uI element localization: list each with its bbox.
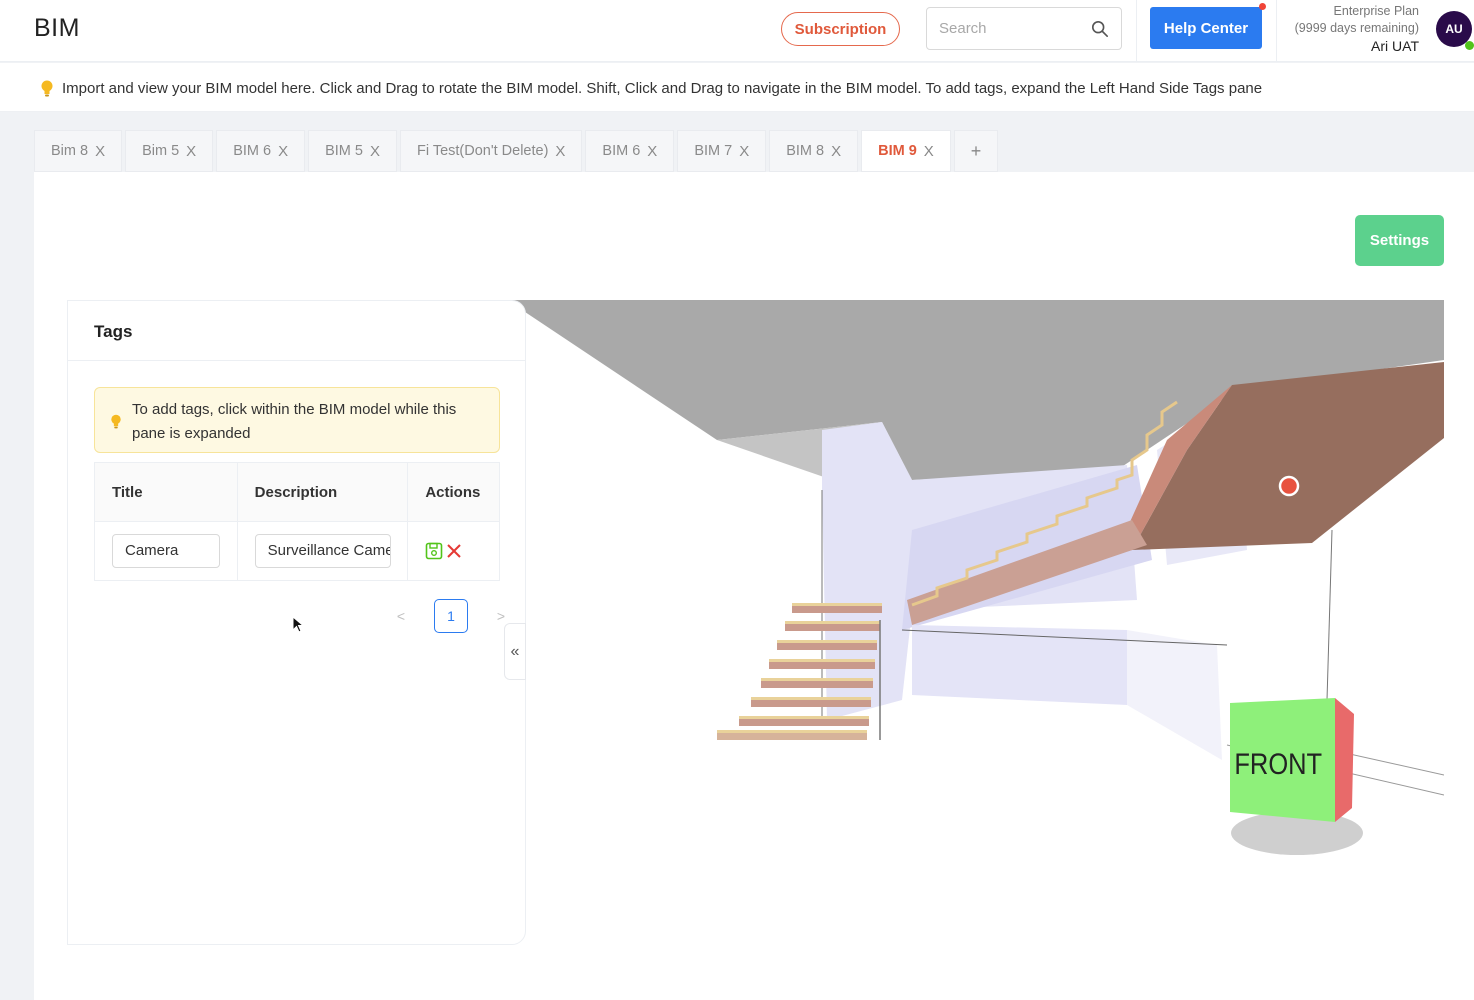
tab-label: Bim 8 — [51, 143, 89, 159]
tag-marker[interactable] — [1278, 475, 1300, 497]
lower-wall — [912, 625, 1127, 705]
plan-info: Enterprise Plan (9999 days remaining) Ar… — [1295, 3, 1419, 55]
close-icon[interactable]: X — [924, 143, 934, 160]
table-row: Camera Surveillance Camera — [94, 521, 500, 581]
subscription-button[interactable]: Subscription — [781, 12, 900, 46]
page-number-button[interactable]: 1 — [434, 599, 468, 633]
tab-bim-5-b[interactable]: BIM 5 X — [308, 130, 397, 172]
prev-page-button[interactable]: < — [390, 608, 412, 624]
close-icon[interactable]: X — [831, 143, 841, 160]
tab-label: BIM 7 — [694, 143, 733, 159]
header-divider — [1136, 0, 1137, 62]
tags-notice-text: To add tags, click within the BIM model … — [132, 401, 457, 442]
tab-label: Fi Test(Don't Delete) — [416, 143, 549, 159]
tab-bim-7[interactable]: BIM 7 X — [677, 130, 767, 172]
nav-cube-label[interactable]: FRONT — [1234, 747, 1322, 780]
plan-remaining: (9999 days remaining) — [1294, 21, 1419, 35]
tag-title-input[interactable]: Camera — [112, 534, 220, 568]
tags-notice: To add tags, click within the BIM model … — [94, 387, 500, 453]
search-icon[interactable] — [1091, 20, 1109, 38]
tag-description-input[interactable]: Surveillance Camera — [254, 534, 391, 568]
save-icon[interactable] — [425, 542, 443, 560]
delete-icon[interactable] — [445, 542, 463, 560]
next-page-button[interactable]: > — [490, 608, 512, 624]
help-center-button[interactable]: Help Center — [1150, 7, 1262, 49]
edge-line — [1326, 529, 1333, 701]
close-icon[interactable]: X — [186, 143, 196, 160]
close-icon[interactable]: X — [95, 143, 105, 160]
close-icon[interactable]: X — [647, 143, 657, 160]
info-bar: Import and view your BIM model here. Cli… — [0, 63, 1474, 112]
pagination: < 1 > — [390, 599, 512, 633]
lightbulb-icon — [111, 414, 121, 429]
close-icon[interactable]: X — [739, 143, 749, 160]
tab-bim-6-b[interactable]: BIM 6 X — [585, 130, 675, 172]
mouse-cursor-icon — [292, 616, 304, 633]
info-text: Import and view your BIM model here. Cli… — [62, 80, 1263, 97]
header-divider — [1276, 0, 1277, 62]
online-status-dot — [1465, 41, 1474, 50]
collapse-pane-button[interactable]: « — [504, 623, 526, 680]
tags-table: Title Description Actions Camera Surveil… — [94, 462, 500, 581]
close-icon[interactable]: X — [370, 143, 380, 160]
column-header-description: Description — [236, 462, 409, 522]
tab-label: BIM 9 — [878, 143, 917, 159]
tab-label: Bim 5 — [142, 143, 180, 159]
tags-title: Tags — [94, 322, 133, 341]
settings-button[interactable]: Settings — [1355, 215, 1444, 266]
side-wall — [1127, 630, 1222, 760]
column-header-title: Title — [94, 462, 238, 522]
tab-label: BIM 5 — [325, 143, 363, 159]
tab-bim-8-b[interactable]: BIM 8 X — [769, 130, 859, 172]
tab-label: BIM 6 — [233, 143, 272, 159]
tags-divider — [68, 360, 525, 361]
add-tab-button[interactable]: + — [953, 130, 999, 172]
tab-bim-9[interactable]: BIM 9 X — [861, 130, 951, 172]
lightbulb-icon — [41, 80, 53, 97]
close-icon[interactable]: X — [555, 143, 565, 160]
close-icon[interactable]: X — [278, 143, 288, 160]
model-tabs: Bim 8 X Bim 5 X BIM 6 X BIM 5 X Fi Test(Don'… — [34, 130, 1001, 172]
tab-bim-6[interactable]: BIM 6 X — [216, 130, 306, 172]
tab-fi-test[interactable]: Fi Test(Don't Delete) X — [399, 130, 583, 172]
plan-name: Enterprise Plan — [1333, 4, 1419, 18]
tab-bim-5[interactable]: Bim 5 X — [125, 130, 214, 172]
tab-label: BIM 6 — [602, 143, 641, 159]
tab-bim-8[interactable]: Bim 8 X — [34, 130, 123, 172]
search-input[interactable] — [939, 20, 1089, 37]
top-bar: BIM Subscription Help Center Enterprise … — [0, 0, 1474, 62]
notification-dot — [1259, 3, 1266, 10]
column-header-actions: Actions — [407, 462, 500, 522]
app-title: BIM — [34, 14, 80, 42]
search-box[interactable] — [926, 7, 1122, 50]
nav-cube-right-face[interactable] — [1335, 698, 1354, 822]
user-name: Ari UAT — [1371, 38, 1419, 54]
tab-label: BIM 8 — [786, 143, 825, 159]
